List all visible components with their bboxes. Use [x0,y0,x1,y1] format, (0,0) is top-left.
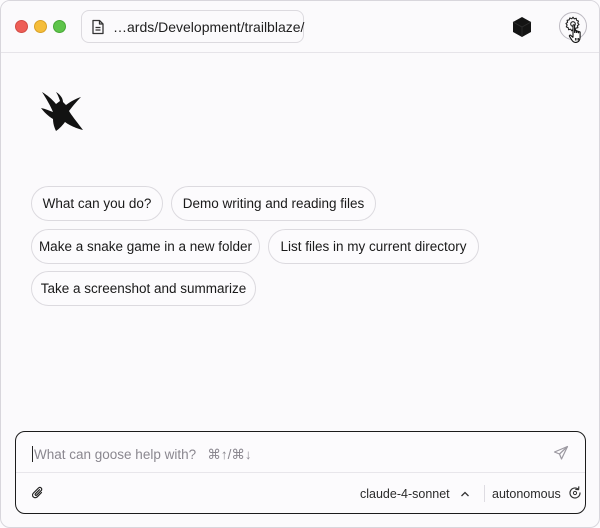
chevron-up-icon [460,487,470,501]
title-bar: …ards/Development/trailblaze/ [1,1,599,53]
chat-composer: claude-4-sonnet autonomous [15,431,586,514]
maximize-window-button[interactable] [53,20,66,33]
refresh-icon [567,485,583,504]
composer-divider [16,472,585,473]
text-caret [32,446,33,462]
send-icon[interactable] [553,445,569,461]
cube-icon[interactable] [512,16,532,38]
directory-path-text: …ards/Development/trailblaze/ [113,18,305,35]
paperclip-icon[interactable] [31,485,45,501]
footer-separator [484,485,485,502]
model-selector[interactable]: claude-4-sonnet [360,485,470,503]
hand-pointer-icon [568,23,586,45]
mode-selector[interactable]: autonomous [492,485,583,503]
goose-logo-icon [39,89,85,135]
document-icon [91,19,105,35]
suggestion-chip[interactable]: Take a screenshot and summarize [31,271,256,306]
directory-path-button[interactable]: …ards/Development/trailblaze/ [81,10,304,43]
app-window: …ards/Development/trailblaze/ What can y… [0,0,600,528]
suggestion-chip[interactable]: What can you do? [31,186,163,221]
suggestion-chip[interactable]: List files in my current directory [268,229,479,264]
suggestion-chip[interactable]: Make a snake game in a new folder [31,229,260,264]
close-window-button[interactable] [15,20,28,33]
mode-label: autonomous [492,487,561,501]
message-input[interactable] [34,440,534,468]
minimize-window-button[interactable] [34,20,47,33]
model-name: claude-4-sonnet [360,487,450,501]
suggestion-chip[interactable]: Demo writing and reading files [171,186,376,221]
